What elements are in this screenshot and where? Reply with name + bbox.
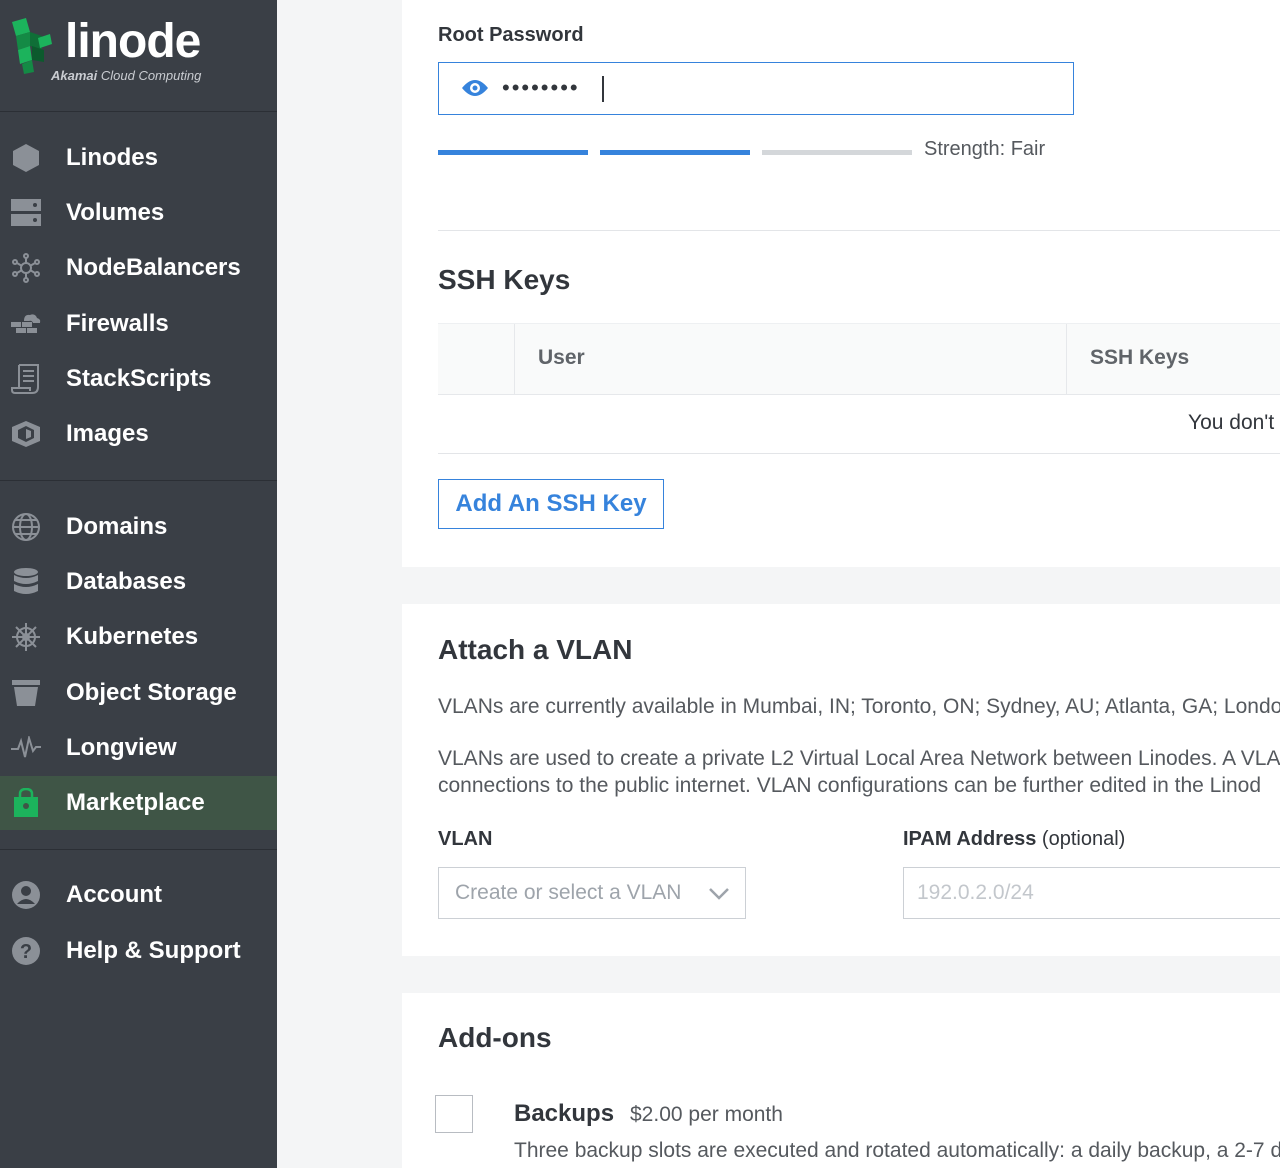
ssh-table-header: User SSH Keys [438,323,1280,395]
sidebar-item-nodebalancers[interactable]: NodeBalancers [0,241,277,295]
password-strength: Strength: Fair [924,138,1046,160]
sidebar-item-label: Domains [66,513,168,540]
sidebar-item-label: Linodes [66,144,159,171]
sidebar-item-databases[interactable]: Databases [0,555,277,609]
help-icon: ? [10,936,42,966]
svg-text:?: ? [20,941,32,963]
ssh-keys-title: SSH Keys [438,264,571,295]
root-password-input[interactable]: •••••••• [438,62,1074,115]
vlan-availability-text: VLANs are currently available in Mumbai,… [438,695,1280,718]
scroll-icon [10,364,42,394]
sidebar-item-label: Databases [66,568,187,595]
strength-bar-3 [762,150,912,155]
backups-description: Three backup slots are executed and rota… [514,1139,1280,1162]
sidebar-divider [0,849,277,850]
ipam-address-field[interactable] [903,867,1280,919]
bucket-icon [10,678,42,708]
images-icon [10,419,42,449]
strength-bar-1 [438,150,588,155]
vlan-description-line-1: VLANs are used to create a private L2 Vi… [438,747,1280,770]
helm-icon [10,622,42,652]
backups-label: Backups [514,1100,615,1127]
column-ssh-keys: SSH Keys [1090,346,1190,369]
vlan-select[interactable]: Create or select a VLAN [438,867,746,919]
sidebar-item-label: Longview [66,734,177,761]
sidebar-item-object-storage[interactable]: Object Storage [0,666,277,720]
vlan-title: Attach a VLAN [438,634,633,665]
globe-icon [10,512,42,542]
ssh-empty-message: You don't [1188,411,1275,434]
eye-icon[interactable] [461,78,489,103]
sidebar-item-label: Marketplace [66,789,205,816]
strength-bar-2 [600,150,750,155]
sidebar-divider [0,111,277,112]
section-divider [438,230,1280,231]
sidebar-item-stackscripts[interactable]: StackScripts [0,352,277,406]
vlan-description-line-2: connections to the public internet. VLAN… [438,774,1262,797]
password-value: •••••••• [502,75,580,100]
linode-cube-icon [12,18,52,74]
sidebar-item-label: Volumes [66,199,165,226]
logo-subtitle: Akamai Cloud Computing [51,68,202,83]
sidebar-item-label: Object Storage [66,679,237,706]
column-user: User [538,346,585,369]
pulse-icon [10,733,42,763]
sidebar-item-images[interactable]: Images [0,407,277,461]
nodebalancer-icon [10,253,42,283]
sidebar-item-marketplace[interactable]: Marketplace [0,776,277,830]
table-bottom-border [438,453,1280,454]
sidebar-item-kubernetes[interactable]: Kubernetes [0,610,277,664]
sidebar-item-label: Images [66,420,149,447]
root-password-label: Root Password [438,24,584,46]
linode-logo[interactable]: linode Akamai Cloud Computing [8,14,268,94]
backups-price: $2.00 per month [630,1103,783,1126]
vlan-select-placeholder: Create or select a VLAN [455,881,682,904]
sidebar-item-label: Kubernetes [66,623,199,650]
sidebar-item-linodes[interactable]: Linodes [0,131,277,185]
sidebar: linode Akamai Cloud Computing Linodes Vo… [0,0,277,1168]
sidebar-item-domains[interactable]: Domains [0,500,277,554]
text-caret [602,76,604,102]
sidebar-item-label: Help & Support [66,937,241,964]
vlan-field-label: VLAN [438,828,493,850]
firewall-icon [10,309,42,339]
column-separator [514,324,515,394]
ipam-field-label: IPAM Address (optional) [903,828,1126,850]
sidebar-item-label: Account [66,881,162,908]
chevron-down-icon [707,884,731,907]
column-separator [1066,324,1067,394]
sidebar-item-longview[interactable]: Longview [0,721,277,775]
ipam-address-input[interactable] [904,868,1259,918]
backups-checkbox[interactable] [435,1095,473,1133]
sidebar-item-volumes[interactable]: Volumes [0,186,277,240]
sidebar-item-label: NodeBalancers [66,254,241,281]
sidebar-item-help-support[interactable]: ? Help & Support [0,924,277,978]
sidebar-item-label: StackScripts [66,365,212,392]
sidebar-item-firewalls[interactable]: Firewalls [0,297,277,351]
hexagon-icon [10,143,42,173]
add-ssh-key-button[interactable]: Add An SSH Key [438,479,664,529]
user-icon [10,880,42,910]
volumes-icon [10,198,42,228]
sidebar-item-label: Firewalls [66,310,169,337]
sidebar-item-account[interactable]: Account [0,868,277,922]
database-icon [10,567,42,597]
sidebar-divider [0,480,277,481]
shopping-bag-icon [10,788,42,818]
logo-wordmark: linode [65,15,201,68]
addons-title: Add-ons [438,1022,552,1053]
